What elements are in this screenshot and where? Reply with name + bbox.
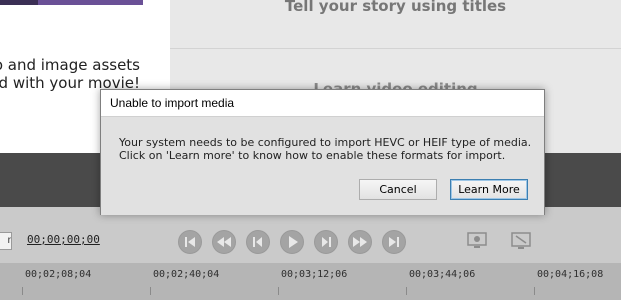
rewind-button[interactable] <box>212 230 236 254</box>
ruler-tick-label: 00;03;12;06 <box>281 269 348 280</box>
fullscreen-button[interactable] <box>510 231 532 251</box>
media-hint-line1: video and image assets <box>0 56 140 74</box>
go-to-end-button[interactable] <box>382 230 406 254</box>
play-button[interactable] <box>280 230 304 254</box>
ruler-tick-label: 00;03;44;06 <box>409 269 476 280</box>
timeline-ruler[interactable]: 00;02;08;04 00;02;40;04 00;03;12;06 00;0… <box>0 263 621 300</box>
rewind-icon <box>217 237 231 247</box>
dialog-title: Unable to import media <box>110 96 235 110</box>
ruler-tick-label: 00;02;40;04 <box>153 269 220 280</box>
dialog-titlebar[interactable]: Unable to import media <box>101 90 544 116</box>
step-forward-button[interactable] <box>314 230 338 254</box>
skip-to-end-icon <box>389 237 399 247</box>
dialog-message: Your system needs to be configured to im… <box>119 136 532 162</box>
dialog-body: Your system needs to be configured to im… <box>101 116 544 215</box>
cancel-button[interactable]: Cancel <box>359 179 437 200</box>
skip-to-start-icon <box>185 237 195 247</box>
current-timecode[interactable]: 00;00;00;00 <box>27 233 100 246</box>
step-forward-icon <box>322 237 331 247</box>
playback-controls: r 00;00;00;00 <box>0 207 621 263</box>
ruler-tick-mark <box>278 287 279 295</box>
tip-titles-heading[interactable]: Tell your story using titles <box>170 0 621 15</box>
learn-more-button[interactable]: Learn More <box>450 179 528 200</box>
import-error-dialog: Unable to import media Your system needs… <box>100 89 545 215</box>
ruler-tick-label: 00;02;08;04 <box>25 269 92 280</box>
step-back-button[interactable] <box>246 230 270 254</box>
media-thumbnail[interactable] <box>0 0 143 5</box>
timecode-field[interactable]: r <box>0 232 12 250</box>
ruler-tick-label: 00;04;16;08 <box>537 269 604 280</box>
fast-forward-button[interactable] <box>348 230 372 254</box>
step-back-icon <box>253 237 262 247</box>
ruler-tick-mark <box>406 287 407 295</box>
monitor-settings-button[interactable] <box>466 231 488 251</box>
ruler-tick-mark <box>22 287 23 295</box>
monitor-settings-icon <box>467 232 487 248</box>
go-to-start-button[interactable] <box>178 230 202 254</box>
ruler-tick-mark <box>534 287 535 295</box>
tips-divider <box>170 48 621 49</box>
play-icon <box>289 236 298 248</box>
ruler-tick-mark <box>150 287 151 295</box>
fast-forward-icon <box>353 237 367 247</box>
expand-icon <box>511 232 531 249</box>
media-thumbnail-dark <box>0 0 38 5</box>
